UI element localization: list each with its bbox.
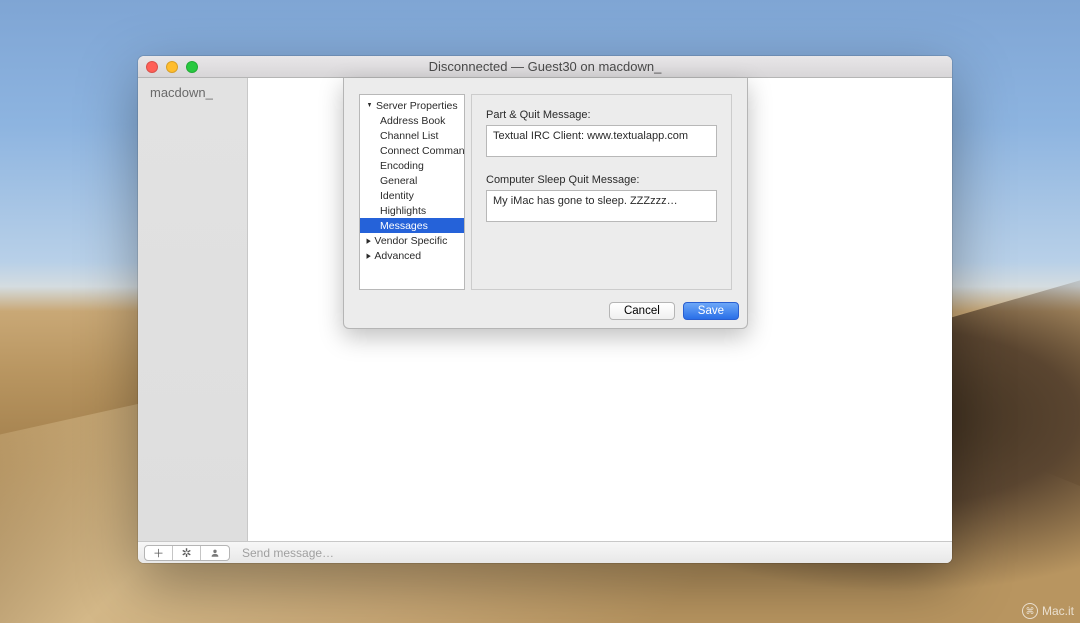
bottombar-buttons: ＋ ✲ <box>144 545 230 561</box>
app-window: Disconnected — Guest30 on macdown_ macdo… <box>138 56 952 563</box>
tree-vendor-specific[interactable]: Vendor Specific <box>360 233 464 248</box>
plus-icon: ＋ <box>153 545 164 561</box>
tree-highlights[interactable]: Highlights <box>360 203 464 218</box>
tree-identity[interactable]: Identity <box>360 188 464 203</box>
tree-channel-list[interactable]: Channel List <box>360 128 464 143</box>
sleep-quit-input[interactable] <box>486 190 717 222</box>
window-title: Disconnected — Guest30 on macdown_ <box>138 59 952 74</box>
tree-encoding[interactable]: Encoding <box>360 158 464 173</box>
maximize-icon[interactable] <box>186 61 198 73</box>
part-quit-label: Part & Quit Message: <box>486 109 717 121</box>
tree-address-book[interactable]: Address Book <box>360 113 464 128</box>
tree-general[interactable]: General <box>360 173 464 188</box>
user-icon <box>210 548 220 558</box>
cancel-button[interactable]: Cancel <box>609 302 675 320</box>
close-icon[interactable] <box>146 61 158 73</box>
tree-advanced[interactable]: Advanced <box>360 248 464 263</box>
gear-icon: ✲ <box>181 546 191 560</box>
sidebar-item-server[interactable]: macdown_ <box>138 82 247 103</box>
preferences-sheet: Server Properties Address Book Channel L… <box>343 78 748 329</box>
form-panel: Part & Quit Message: Computer Sleep Quit… <box>471 94 732 290</box>
main-area: Server Properties Address Book Channel L… <box>248 78 952 541</box>
user-button[interactable] <box>201 546 229 560</box>
bottombar: ＋ ✲ Send message… <box>138 541 952 563</box>
add-button[interactable]: ＋ <box>145 546 173 560</box>
watermark-text: Mac.it <box>1042 604 1074 618</box>
save-button[interactable]: Save <box>683 302 739 320</box>
tree-server-properties[interactable]: Server Properties <box>360 98 464 113</box>
settings-button[interactable]: ✲ <box>173 546 201 560</box>
watermark-icon: ⌘ <box>1022 603 1038 619</box>
minimize-icon[interactable] <box>166 61 178 73</box>
part-quit-input[interactable] <box>486 125 717 157</box>
message-input[interactable]: Send message… <box>238 545 946 561</box>
titlebar: Disconnected — Guest30 on macdown_ <box>138 56 952 78</box>
server-sidebar: macdown_ <box>138 78 248 541</box>
tree-connect-commands[interactable]: Connect Commands <box>360 143 464 158</box>
nav-tree: Server Properties Address Book Channel L… <box>359 94 465 290</box>
watermark: ⌘ Mac.it <box>1022 603 1074 619</box>
tree-messages[interactable]: Messages <box>360 218 464 233</box>
sleep-quit-label: Computer Sleep Quit Message: <box>486 174 717 186</box>
